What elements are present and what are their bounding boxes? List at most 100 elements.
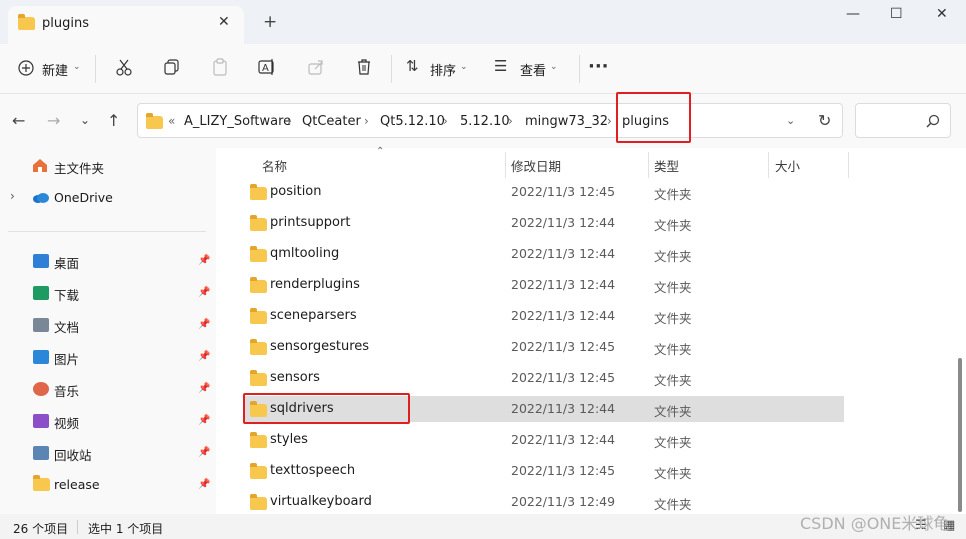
- sidebar-divider: [8, 231, 206, 232]
- file-row[interactable]: virtualkeyboard 2022/11/3 12:49 文件夹: [244, 489, 844, 515]
- sidebar-item-video[interactable]: 视频 📌: [8, 406, 210, 436]
- file-type: 文件夹: [654, 435, 692, 450]
- navigation-pane: 主文件夹 › OneDrive 桌面 📌 下载 📌 文档 📌 图片 📌 音乐 📌 视频 📌 回收站 📌 re…: [0, 148, 216, 514]
- pin-icon[interactable]: 📌: [198, 351, 210, 362]
- new-tab-button[interactable]: +: [263, 12, 277, 32]
- pin-icon[interactable]: 📌: [198, 447, 210, 458]
- download-icon: [33, 286, 49, 300]
- highlight-box-address: [616, 92, 691, 143]
- file-name: styles: [270, 432, 308, 447]
- share-icon[interactable]: [307, 58, 325, 76]
- file-row[interactable]: renderplugins 2022/11/3 12:44 文件夹: [244, 272, 844, 298]
- pin-icon[interactable]: 📌: [198, 415, 210, 426]
- file-row[interactable]: sensorgestures 2022/11/3 12:45 文件夹: [244, 334, 844, 360]
- svg-text:A: A: [262, 63, 269, 74]
- folder-icon: [250, 277, 267, 293]
- breadcrumb-item[interactable]: A_LIZY_Software: [184, 114, 291, 129]
- close-window-button[interactable]: ✕: [936, 6, 948, 22]
- cut-icon[interactable]: [115, 58, 133, 76]
- file-date: 2022/11/3 12:45: [511, 339, 616, 354]
- sidebar-item-music[interactable]: 音乐 📌: [8, 374, 210, 404]
- column-header-type[interactable]: 类型: [654, 156, 679, 175]
- pin-icon[interactable]: 📌: [198, 319, 210, 330]
- file-type: 文件夹: [654, 218, 692, 233]
- file-list-scrollbar[interactable]: [958, 358, 962, 512]
- file-row[interactable]: printsupport 2022/11/3 12:44 文件夹: [244, 210, 844, 236]
- divider: [77, 520, 78, 534]
- file-date: 2022/11/3 12:44: [511, 215, 616, 230]
- folder-icon: [250, 370, 267, 386]
- pin-icon[interactable]: 📌: [198, 479, 210, 490]
- column-divider: [768, 152, 769, 178]
- sort-button[interactable]: ⇅ 排序 ⌄: [400, 56, 476, 82]
- address-bar[interactable]: « A_LIZY_Software › QtCeater › Qt5.12.10…: [137, 103, 843, 138]
- new-button[interactable]: 新建 ⌄: [12, 56, 84, 82]
- sidebar-item-pictures[interactable]: 图片 📌: [8, 342, 210, 372]
- address-dropdown-icon[interactable]: ⌄: [786, 114, 795, 127]
- overflow-crumb[interactable]: «: [168, 114, 175, 128]
- sidebar-item-onedrive[interactable]: › OneDrive: [8, 183, 208, 213]
- column-header-date[interactable]: 修改日期: [511, 156, 561, 175]
- pin-icon[interactable]: 📌: [198, 383, 210, 394]
- copy-icon[interactable]: [163, 58, 181, 76]
- file-name: sensors: [270, 370, 320, 385]
- recent-chevron-icon[interactable]: ⌄: [80, 113, 90, 127]
- tab-close-button[interactable]: ✕: [218, 14, 230, 30]
- file-list: ⌃ 名称 修改日期 类型 大小 position 2022/11/3 12:45 文…: [216, 146, 966, 515]
- view-label: 查看: [520, 64, 547, 79]
- file-row[interactable]: styles 2022/11/3 12:44 文件夹: [244, 427, 844, 453]
- back-arrow-icon[interactable]: ←: [12, 111, 25, 130]
- breadcrumb-item[interactable]: 5.12.10: [460, 114, 510, 129]
- more-options-button[interactable]: ···: [588, 56, 609, 77]
- tab-title: plugins: [42, 16, 89, 31]
- minimize-button[interactable]: —: [846, 6, 860, 22]
- pictures-icon: [33, 350, 49, 364]
- file-name: texttospeech: [270, 463, 356, 478]
- up-arrow-icon[interactable]: ↑: [107, 111, 120, 130]
- pin-icon[interactable]: 📌: [198, 287, 210, 298]
- sidebar-item-document[interactable]: 文档 📌: [8, 310, 210, 340]
- refresh-icon[interactable]: ↻: [818, 111, 831, 130]
- view-button[interactable]: ☰ 查看 ⌄: [488, 56, 568, 82]
- sidebar-item-desktop[interactable]: 桌面 📌: [8, 246, 210, 276]
- file-type: 文件夹: [654, 373, 692, 388]
- file-row[interactable]: sensors 2022/11/3 12:45 文件夹: [244, 365, 844, 391]
- column-divider: [505, 152, 506, 178]
- sort-label: 排序: [430, 64, 457, 79]
- title-bar: plugins ✕ + — ☐ ✕: [0, 0, 966, 44]
- chevron-right-icon: ›: [508, 114, 513, 128]
- pin-icon[interactable]: 📌: [198, 255, 210, 266]
- file-row[interactable]: sceneparsers 2022/11/3 12:44 文件夹: [244, 303, 844, 329]
- command-bar: 新建 ⌄ A ⇅ 排序 ⌄ ☰ 查看 ⌄ ···: [0, 44, 966, 94]
- sidebar-item-release[interactable]: release 📌: [8, 470, 210, 500]
- folder-icon: [250, 308, 267, 324]
- expand-chevron-icon[interactable]: ›: [10, 189, 15, 203]
- breadcrumb-item[interactable]: QtCeater: [302, 114, 361, 129]
- breadcrumb-item[interactable]: Qt5.12.10: [380, 114, 445, 129]
- breadcrumb-item[interactable]: mingw73_32: [525, 114, 608, 129]
- maximize-button[interactable]: ☐: [890, 6, 903, 22]
- file-name: sceneparsers: [270, 308, 357, 323]
- column-header-name[interactable]: 名称: [262, 156, 287, 175]
- folder-icon: [250, 463, 267, 479]
- column-header-size[interactable]: 大小: [775, 156, 800, 175]
- file-date: 2022/11/3 12:45: [511, 184, 616, 199]
- sidebar-item-home[interactable]: 主文件夹: [8, 151, 208, 181]
- delete-icon[interactable]: [355, 58, 373, 76]
- sidebar-item-recycle-bin[interactable]: 回收站 📌: [8, 438, 210, 468]
- file-type: 文件夹: [654, 404, 692, 419]
- file-row[interactable]: position 2022/11/3 12:45 文件夹: [244, 179, 844, 205]
- tab-plugins[interactable]: plugins ✕: [8, 6, 244, 44]
- file-row[interactable]: texttospeech 2022/11/3 12:45 文件夹: [244, 458, 844, 484]
- paste-icon[interactable]: [211, 58, 229, 76]
- file-type: 文件夹: [654, 249, 692, 264]
- sidebar-item-download[interactable]: 下载 📌: [8, 278, 210, 308]
- rename-icon[interactable]: A: [258, 58, 276, 76]
- onedrive-cloud-icon: [33, 193, 49, 203]
- folder-icon: [33, 475, 50, 491]
- file-date: 2022/11/3 12:45: [511, 370, 616, 385]
- search-input[interactable]: [855, 103, 951, 138]
- divider: [391, 55, 392, 83]
- forward-arrow-icon[interactable]: →: [47, 111, 60, 130]
- file-row[interactable]: qmltooling 2022/11/3 12:44 文件夹: [244, 241, 844, 267]
